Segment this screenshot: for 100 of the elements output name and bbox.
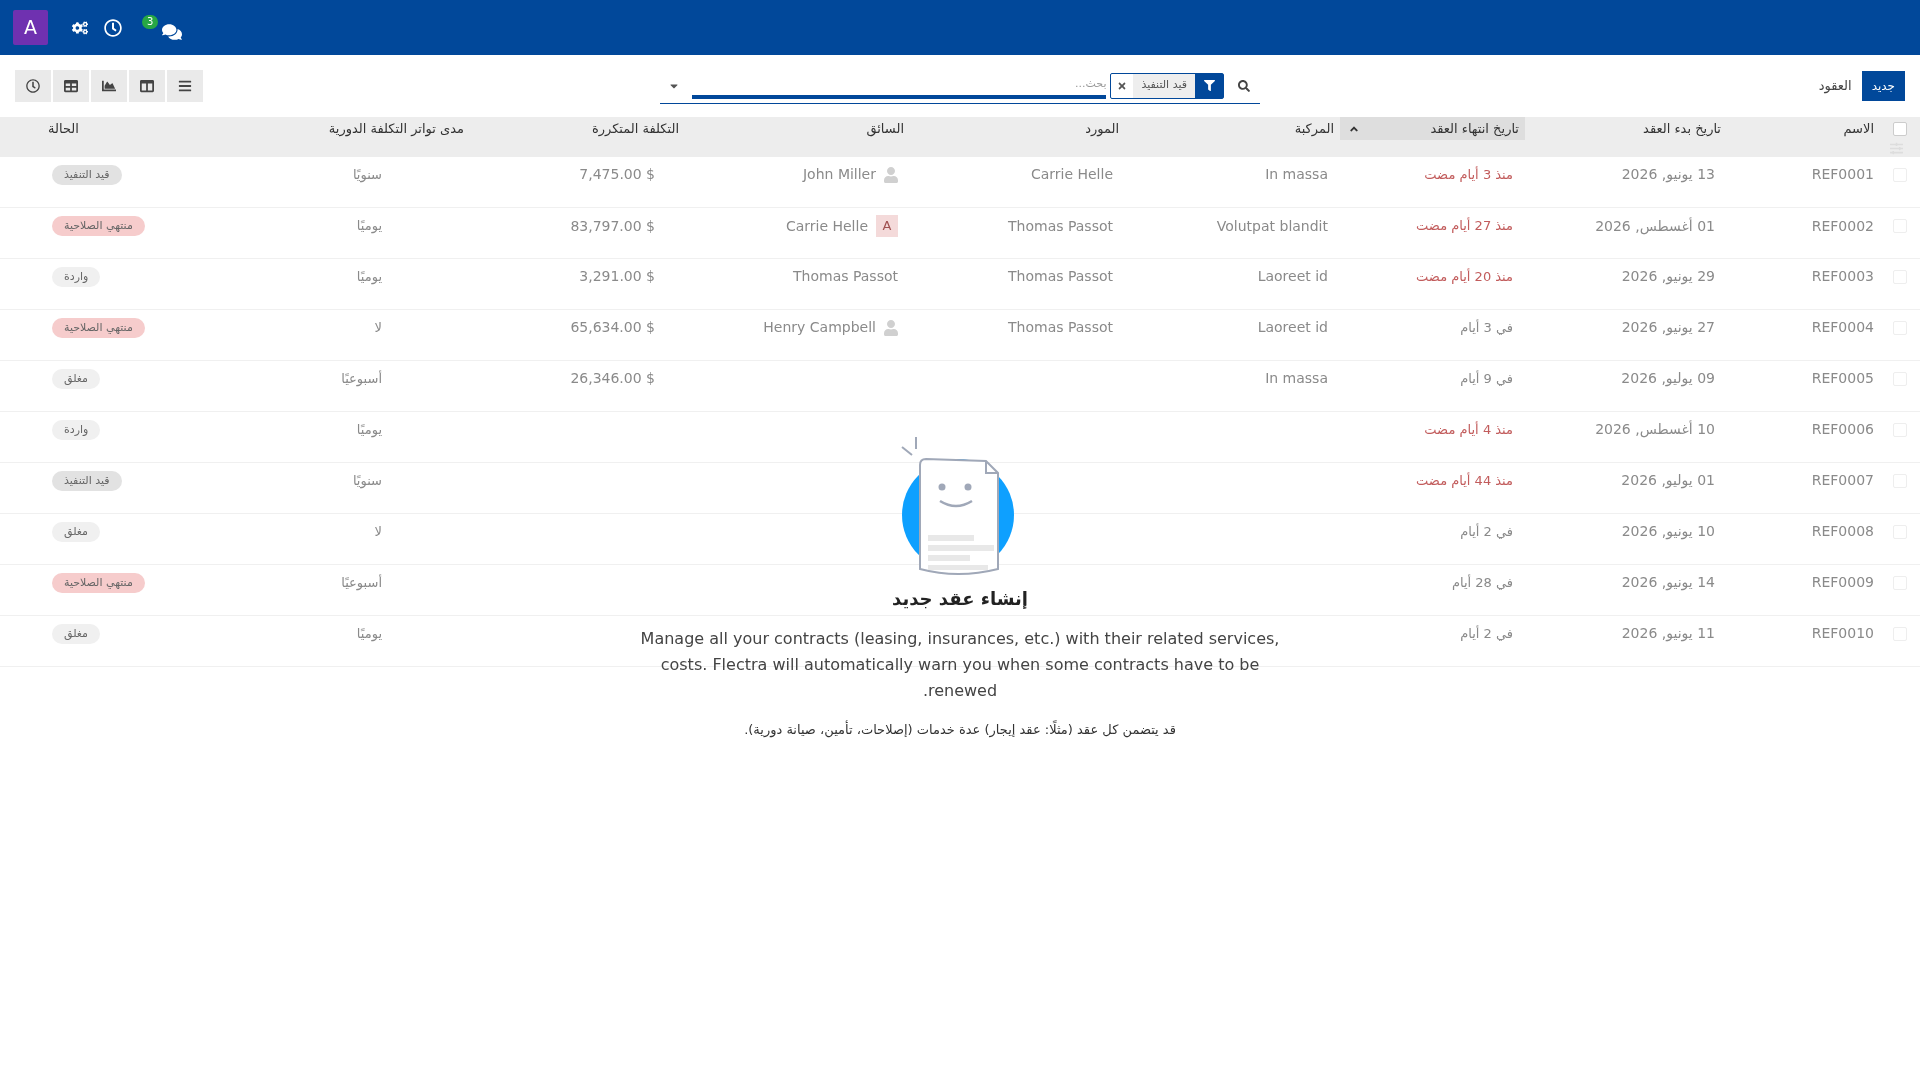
status-badge: منتهي الصلاحية [52, 317, 145, 338]
column-header[interactable]: المورد [910, 117, 1125, 141]
driver-name: Carrie Helle [785, 216, 868, 236]
view-switch-button[interactable] [53, 70, 89, 102]
search-icon[interactable] [1238, 79, 1250, 92]
end-date: منذ 27 أيام مضت [1416, 216, 1513, 236]
contract-reference: REF0007 [1811, 471, 1874, 491]
column-label: تاريخ بدء العقد [1643, 119, 1721, 138]
frequency-text: أسبوعيًا [341, 369, 382, 389]
notification-badge: 3 [142, 14, 159, 29]
status-badge: مغلق [52, 521, 100, 542]
status-badge: واردة [52, 266, 101, 287]
column-header[interactable]: الاسم [1727, 117, 1880, 141]
column-label: الاسم [1843, 119, 1874, 139]
start-date: 09 يوليو, 2026 [1621, 369, 1715, 389]
checkbox[interactable] [1893, 121, 1907, 136]
view-switch-button[interactable] [167, 70, 203, 102]
column-header[interactable]: الحالة [0, 117, 240, 141]
status-badge: واردة [52, 419, 101, 440]
columns-icon [140, 79, 154, 93]
status-badge: مغلق [52, 368, 100, 389]
end-date: في 2 أيام [1460, 624, 1513, 643]
chat-icon[interactable] [162, 22, 182, 41]
clock-icon [26, 79, 40, 93]
column-label: الحالة [48, 119, 79, 138]
start-date: 10 يونيو, 2026 [1621, 522, 1715, 542]
close-icon[interactable] [1117, 80, 1128, 91]
status-badge: قيد التنفيذ [52, 164, 122, 185]
end-date: منذ 3 أيام مضت [1424, 165, 1513, 184]
end-date: منذ 44 أيام مضت [1416, 471, 1513, 490]
filter-facet[interactable]: قيد التنفيذ [1110, 72, 1224, 99]
column-header[interactable]: التكلفة المتكررة [470, 117, 685, 141]
start-date: 29 يونيو, 2026 [1621, 267, 1715, 287]
frequency-text: أسبوعيًا [341, 573, 382, 593]
vehicle-name: Volutpat blandit [1216, 216, 1328, 236]
end-date: في 3 أيام [1460, 318, 1513, 337]
column-label: مدى تواتر التكلفة الدورية [328, 119, 464, 139]
vehicle-name: In massa [1265, 369, 1328, 389]
frequency-text: لا [374, 523, 382, 541]
column-header[interactable]: تاريخ انتهاء العقد [1340, 117, 1525, 141]
driver-avatar: A [876, 215, 898, 237]
column-header[interactable]: المركبة [1125, 117, 1340, 141]
supplier-name: Thomas Passot [1008, 318, 1113, 338]
cost-amount: $ 7,475.00 [579, 165, 655, 185]
user-avatar[interactable]: A [13, 10, 48, 45]
contract-reference: REF0002 [1811, 216, 1874, 236]
table-icon [64, 79, 78, 93]
column-header[interactable]: تاريخ بدء العقد [1525, 117, 1727, 141]
frequency-text: يوميًا [356, 421, 382, 440]
column-label: السائق [866, 119, 904, 139]
breadcrumb: العقود [1818, 77, 1852, 96]
frequency-text: سنويًا [352, 166, 382, 185]
contract-reference: REF0010 [1811, 624, 1874, 644]
frequency-text: يوميًا [356, 268, 382, 287]
search-field[interactable]: بحث... [692, 72, 1107, 99]
create-button[interactable]: جديد [1861, 71, 1905, 101]
end-date: منذ 20 أيام مضت [1416, 267, 1513, 286]
column-header[interactable]: السائق [685, 117, 910, 141]
frequency-text: سنويًا [352, 472, 382, 491]
column-header[interactable]: مدى تواتر التكلفة الدورية [240, 117, 470, 141]
supplier-name: Thomas Passot [1008, 267, 1113, 287]
contract-reference: REF0003 [1811, 267, 1874, 287]
view-switch-button[interactable] [15, 70, 51, 102]
start-date: 01 أغسطس, 2026 [1595, 216, 1715, 237]
driver-name: Thomas Passot [793, 267, 898, 287]
clock-icon[interactable] [104, 18, 122, 37]
avatar-icon [884, 319, 898, 336]
empty-state-note: قد يتضمن كل عقد (مثلًا: عقد إيجار) عدة خدمات (إصلاحات، تأمين، صيانة دورية). [744, 720, 1176, 740]
contract-reference: REF0001 [1811, 165, 1874, 185]
frequency-text: يوميًا [356, 625, 382, 644]
contract-reference: REF0006 [1811, 420, 1874, 440]
status-badge: منتهي الصلاحية [52, 215, 145, 237]
view-switch-button[interactable] [91, 70, 127, 102]
empty-state-title: إنشاء عقد جديد [892, 587, 1028, 611]
cost-amount: $ 3,291.00 [579, 267, 655, 287]
column-label: المركبة [1294, 119, 1334, 139]
contract-reference: REF0008 [1811, 522, 1874, 542]
status-badge: قيد التنفيذ [52, 470, 122, 491]
status-badge: منتهي الصلاحية [52, 572, 145, 593]
supplier-name: Thomas Passot [1008, 216, 1113, 236]
contract-reference: REF0009 [1811, 573, 1874, 593]
filter-icon [1203, 80, 1215, 91]
cost-amount: $ 26,346.00 [570, 369, 655, 389]
cost-amount: $ 83,797.00 [570, 216, 655, 236]
frequency-text: لا [374, 319, 382, 337]
end-date: منذ 4 أيام مضت [1424, 420, 1513, 439]
avatar-icon [884, 166, 898, 183]
settings-icon[interactable] [72, 19, 88, 36]
view-switch-button[interactable] [129, 70, 165, 102]
end-date: في 2 أيام [1460, 522, 1513, 541]
start-date: 11 يونيو, 2026 [1621, 624, 1715, 644]
vehicle-name: In massa [1265, 165, 1328, 185]
empty-state-description: Manage all your contracts (leasing, insurances, etc.) with their related services, costs. Flectra will automatically warn you when some contracts have to be renewed. [640, 628, 1280, 702]
end-date: في 28 أيام [1451, 573, 1513, 592]
start-date: 27 يونيو, 2026 [1621, 318, 1715, 338]
column-label: تاريخ انتهاء العقد [1430, 119, 1519, 138]
vehicle-name: Laoreet id [1257, 318, 1328, 338]
contract-reference: REF0004 [1811, 318, 1874, 338]
start-date: 01 يوليو, 2026 [1621, 471, 1715, 491]
frequency-text: يوميًا [356, 217, 382, 236]
